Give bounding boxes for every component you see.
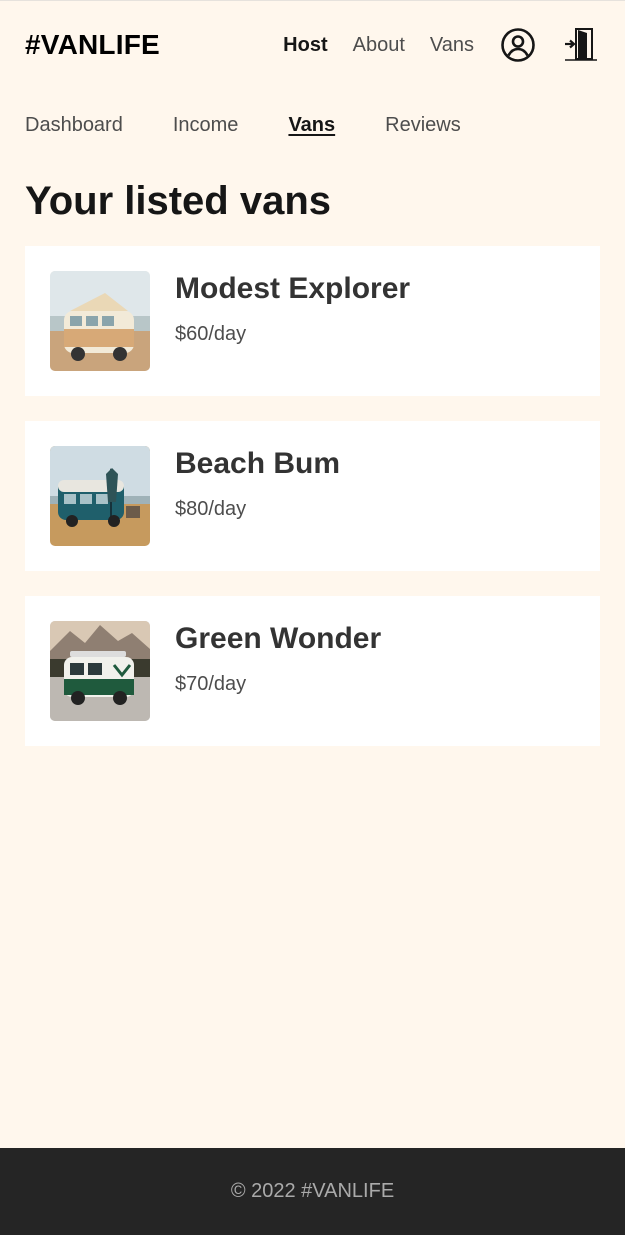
van-info: Beach Bum $80/day — [175, 446, 340, 521]
van-image-modest-explorer — [50, 271, 150, 371]
subnav-dashboard-link[interactable]: Dashboard — [25, 114, 123, 137]
user-circle-icon[interactable] — [500, 27, 536, 63]
host-subnav: Dashboard Income Vans Reviews — [0, 103, 625, 147]
van-list: Modest Explorer $60/day Beach Bum $80/da… — [0, 246, 625, 746]
nav-about-link[interactable]: About — [353, 34, 405, 57]
van-name: Green Wonder — [175, 622, 382, 655]
van-card-green-wonder[interactable]: Green Wonder $70/day — [25, 596, 600, 746]
van-name: Beach Bum — [175, 447, 341, 480]
footer-copyright: © 2022 #VANLIFE — [230, 1180, 395, 1202]
site-logo[interactable]: #VANLIFE — [25, 29, 160, 61]
site-header: #VANLIFE Host About Vans — [0, 1, 625, 89]
nav-vans-link[interactable]: Vans — [430, 34, 474, 57]
site-footer: © 2022 #VANLIFE — [0, 1148, 625, 1235]
subnav-vans-link[interactable]: Vans — [288, 114, 335, 137]
page-title: Your listed vans — [25, 179, 332, 223]
van-card-modest-explorer[interactable]: Modest Explorer $60/day — [25, 246, 600, 396]
van-info: Green Wonder $70/day — [175, 621, 381, 696]
main-nav: Host About Vans — [283, 27, 598, 63]
van-price: $80/day — [175, 498, 247, 520]
van-image-beach-bum — [50, 446, 150, 546]
van-price: $70/day — [175, 673, 247, 695]
van-image-green-wonder — [50, 621, 150, 721]
van-info: Modest Explorer $60/day — [175, 271, 410, 346]
logout-door-icon[interactable] — [562, 27, 598, 63]
van-card-beach-bum[interactable]: Beach Bum $80/day — [25, 421, 600, 571]
nav-host-link[interactable]: Host — [283, 34, 327, 57]
subnav-reviews-link[interactable]: Reviews — [385, 114, 461, 137]
subnav-income-link[interactable]: Income — [173, 114, 239, 137]
van-price: $60/day — [175, 323, 247, 345]
van-name: Modest Explorer — [175, 272, 411, 305]
